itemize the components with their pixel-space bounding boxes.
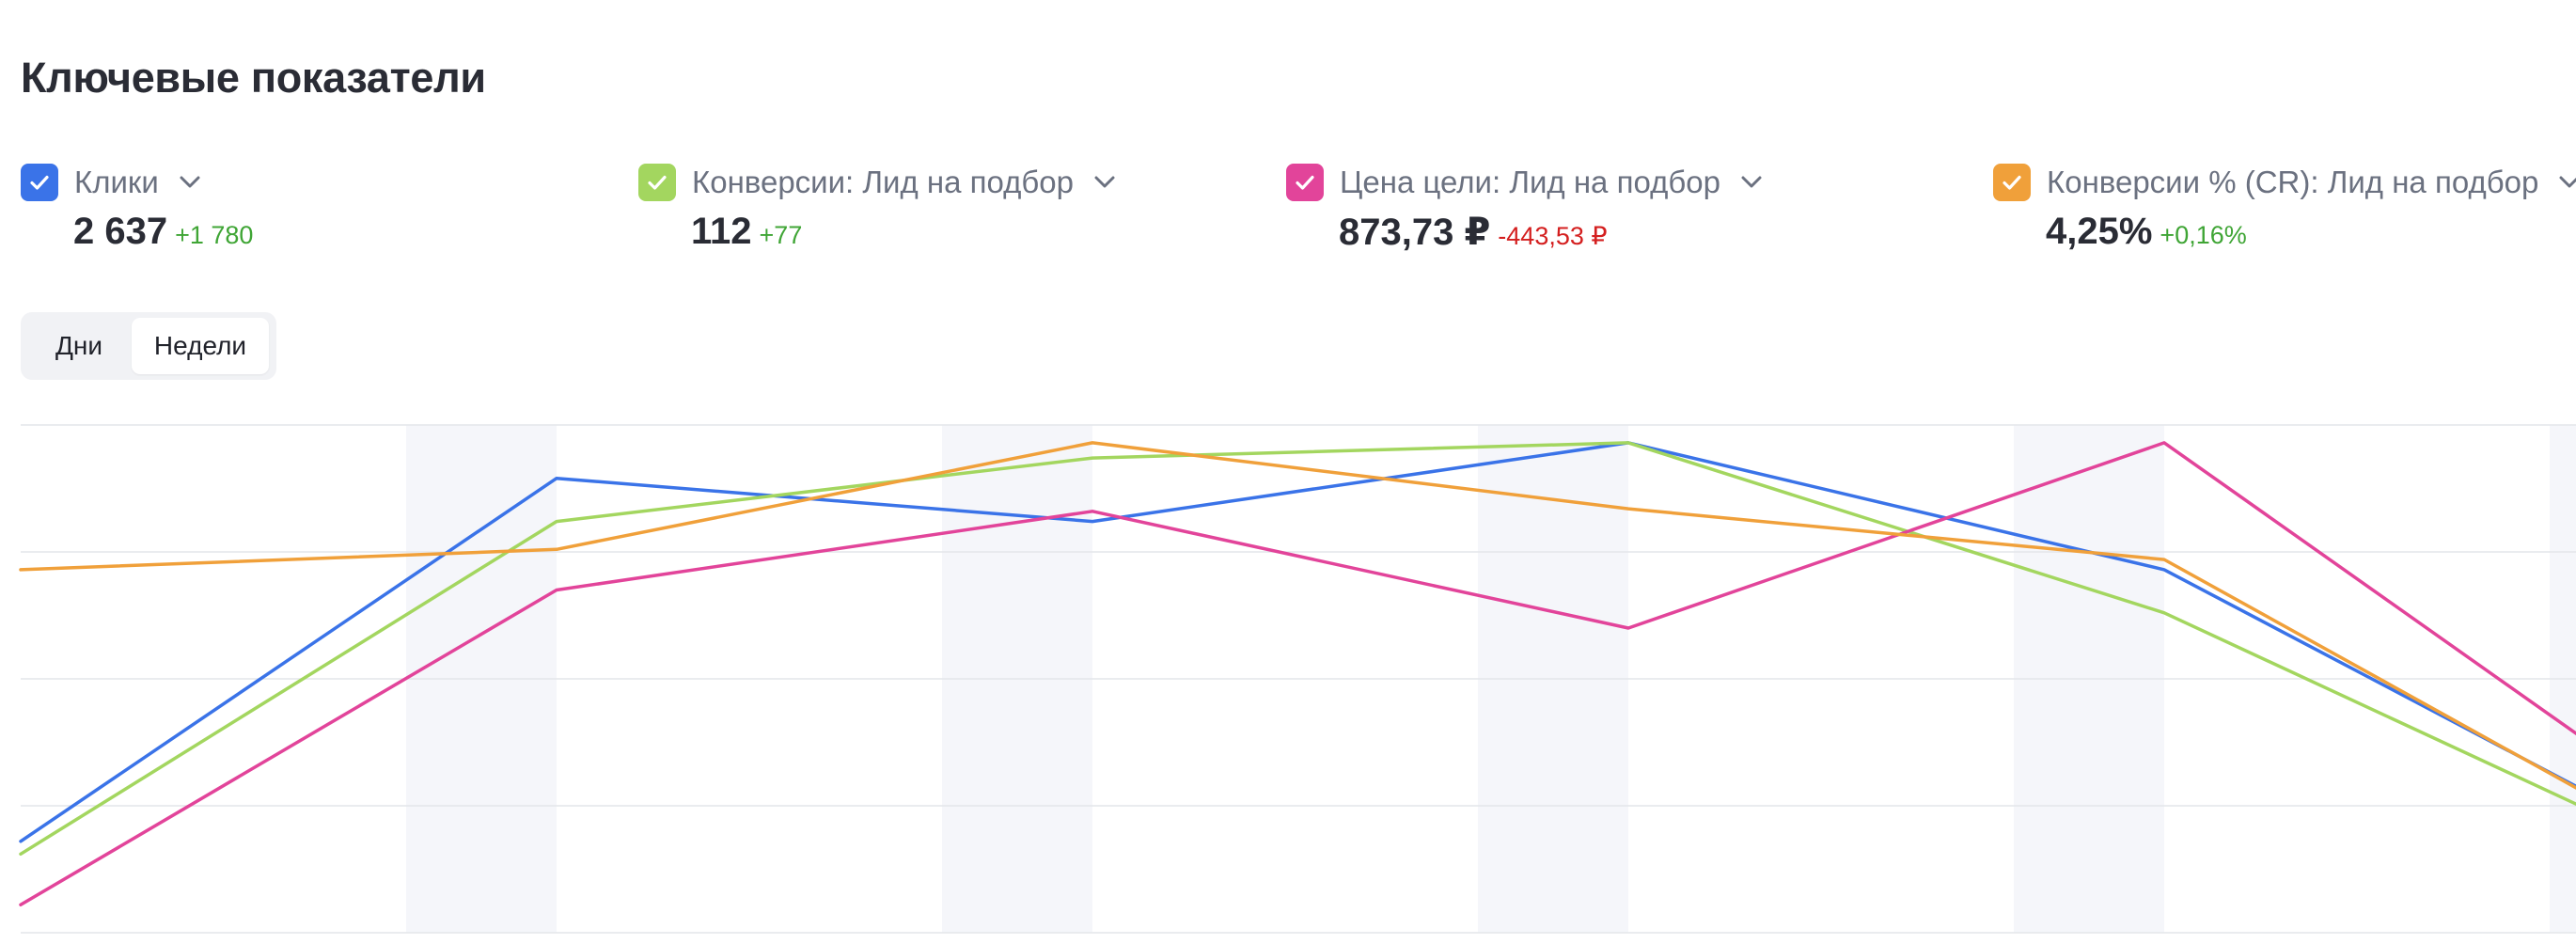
chart-series-line-2[interactable] [19, 441, 2576, 907]
chart-series-line-3[interactable] [19, 441, 2576, 857]
chart-series-line-1[interactable] [19, 441, 2576, 862]
chart-series-lines [19, 441, 2576, 907]
chart-series-line-0[interactable] [19, 441, 2576, 852]
line-chart [19, 424, 2576, 934]
